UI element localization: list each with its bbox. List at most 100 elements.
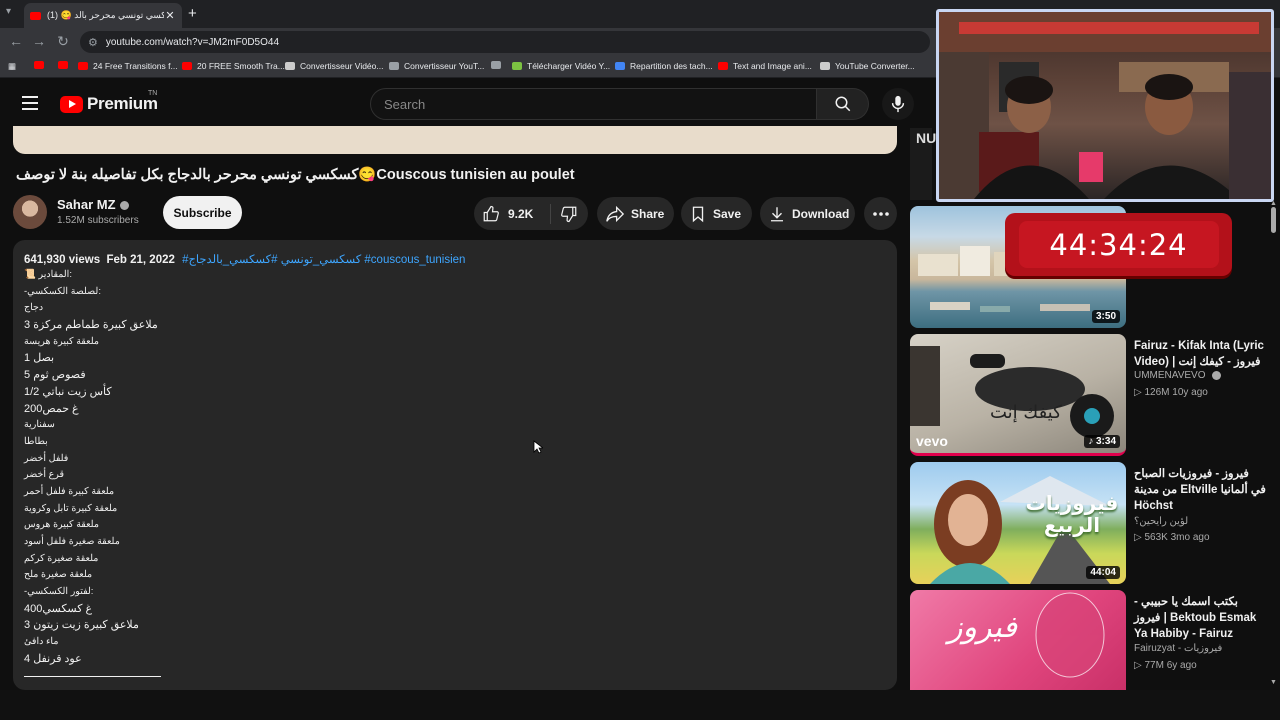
description-line: 4 عود قرنفل: [24, 652, 82, 665]
apps-icon[interactable]: ▦: [8, 61, 16, 72]
bookmark-favicon-icon: [615, 62, 625, 70]
channel-avatar[interactable]: [13, 195, 47, 229]
bookmark-item[interactable]: [491, 61, 506, 69]
sidebar-scrollbar-thumb[interactable]: [1271, 207, 1276, 233]
video-duration: 44:04: [1086, 566, 1120, 579]
mouse-cursor-icon: [533, 440, 543, 454]
bookmark-label: Télécharger Vidéo Y...: [527, 61, 611, 71]
search-input[interactable]: Search: [370, 88, 817, 120]
video-thumbnail[interactable]: فيروزيات الربيع 44:04: [910, 462, 1126, 584]
video-title: كسكسي تونسي محرحر بالدجاج بكل تفاصيله بن…: [16, 167, 575, 183]
subscriber-count: 1.52M subscribers: [57, 215, 139, 226]
youtube-play-icon: [60, 95, 83, 113]
url-text: youtube.com/watch?v=JM2mF0D5O44: [105, 36, 280, 48]
sidebar-partial-card[interactable]: NU: [910, 128, 936, 200]
recommended-video[interactable]: فيروزيات الربيع 44:04 فيروز - فيروزيات ا…: [910, 462, 1270, 584]
scroll-down-icon[interactable]: ▼: [1270, 679, 1277, 686]
back-icon[interactable]: ←: [8, 33, 24, 49]
bookmark-favicon-icon: [491, 61, 501, 69]
description-line: ماء دافئ: [24, 636, 59, 648]
description-line: 3 ملاعق كبيرة طماطم مركزة: [24, 319, 158, 332]
reload-icon[interactable]: ↻: [55, 33, 71, 50]
dislike-button[interactable]: [551, 205, 578, 223]
bookmark-label: Convertisseur YouT...: [404, 61, 485, 71]
youtube-premium-logo[interactable]: Premium TN: [60, 90, 158, 114]
bookmark-item[interactable]: Convertisseur Vidéo...: [285, 61, 383, 71]
bookmark-item[interactable]: [34, 61, 49, 69]
bookmark-item[interactable]: Télécharger Vidéo Y...: [512, 61, 610, 71]
description-line: دجاج: [24, 302, 44, 314]
timer-text: 44:34:24: [1018, 221, 1219, 268]
search-button[interactable]: [817, 88, 869, 120]
bookmark-icon: [692, 206, 704, 222]
bookmark-item[interactable]: 24 Free Transitions f...: [78, 61, 178, 71]
bookmark-item[interactable]: Convertisseur YouT...: [389, 61, 484, 71]
video-thumbnail[interactable]: كيفك إنت vevo ♪ 3:34: [910, 334, 1126, 456]
description-line: ملعقة صغيرة فلفل أسود: [24, 536, 120, 547]
video-title: بكتب اسمك يا حبيبي - فيروز | Bektoub Esm…: [1134, 596, 1257, 640]
bookmark-label: Text and Image ani...: [733, 61, 812, 71]
voice-search-button[interactable]: [882, 88, 914, 120]
description-divider: [24, 676, 161, 677]
video-duration: 3:50: [1091, 310, 1120, 323]
bookmark-item[interactable]: Repartition des tach...: [615, 61, 713, 71]
description-line: ملعقة كبيرة هريسة: [24, 335, 99, 347]
bookmark-favicon-icon: [820, 62, 830, 70]
tab-title: (1) 😋 كسكسي تونسي محرحر بالد: [47, 10, 164, 20]
bookmark-item[interactable]: 20 FREE Smooth Tra...: [182, 61, 285, 71]
verified-icon: [119, 201, 129, 211]
recommended-video[interactable]: كيفك إنت vevo ♪ 3:34 Fairuz - Kifak Inta…: [910, 334, 1270, 456]
description-line: ملعقة كبيرة تابل وكروية: [24, 502, 118, 514]
description-line: 200غ حمص: [24, 402, 79, 415]
forward-icon[interactable]: →: [31, 33, 47, 49]
video-thumbnail[interactable]: فيروز: [910, 590, 1126, 690]
save-button[interactable]: Save: [681, 197, 752, 230]
site-info-icon[interactable]: ⚙: [88, 36, 98, 49]
tab-search-icon[interactable]: ▾: [6, 6, 18, 18]
bookmark-item[interactable]: [58, 61, 73, 69]
description-line: 5 فصوص ثوم: [24, 369, 86, 382]
like-dislike-group: 9.2K: [474, 197, 588, 230]
country-code: TN: [148, 90, 158, 97]
thumbnail-text: فيروزيات الربيع: [1025, 491, 1119, 537]
description-line: 3 ملاعق كبيرة زيت زيتون: [24, 619, 139, 632]
bookmark-label: YouTube Converter...: [835, 61, 915, 71]
description-line: 📜 المقادير:: [24, 269, 72, 280]
channel-name: لؤين رايحين؟: [1134, 516, 1189, 527]
description-line: 1/2 كأس زيت نباتي: [24, 385, 112, 398]
address-bar[interactable]: ⚙ youtube.com/watch?v=JM2mF0D5O44: [80, 31, 930, 53]
like-button[interactable]: 9.2K: [474, 203, 551, 224]
description-line: سفنارية: [24, 419, 55, 431]
webcam-overlay: [936, 9, 1274, 202]
video-player[interactable]: [13, 126, 897, 154]
thumbnail-text: فيروز: [948, 610, 1017, 645]
hashtags[interactable]: #كسكسي_تونسي #كسكسي_بالدجاج #couscous_tu…: [182, 254, 465, 266]
bookmark-label: Repartition des tach...: [630, 61, 713, 71]
channel-name-link[interactable]: Sahar MZ: [57, 197, 129, 212]
description-text: 📜 المقادير: -لصلصة الكسكسي: دجاج 3 ملاعق كب…: [24, 267, 284, 668]
description-line: قرع أخضر: [24, 469, 65, 481]
download-label: Download: [792, 206, 850, 221]
menu-icon[interactable]: [22, 96, 38, 110]
search-icon: [835, 96, 850, 112]
tab-close-icon[interactable]: ✕: [164, 9, 176, 22]
subscribe-button[interactable]: Subscribe: [163, 196, 242, 229]
bookmark-label: Convertisseur Vidéo...: [300, 61, 384, 71]
bookmark-label: 24 Free Transitions f...: [93, 61, 178, 71]
video-stats: ▷ 77M 6y ago: [1134, 660, 1197, 671]
bookmark-favicon-icon: [512, 62, 522, 70]
description-line: ملعقة كبيرة هروس: [24, 519, 99, 531]
youtube-favicon-icon: [30, 11, 41, 20]
description-line: -لصلصة الكسكسي:: [24, 285, 101, 297]
more-actions-button[interactable]: [864, 197, 897, 230]
bookmark-item[interactable]: Text and Image ani...: [718, 61, 812, 71]
bookmark-favicon-icon: [389, 62, 399, 70]
download-button[interactable]: Download: [760, 197, 855, 230]
browser-tab-active[interactable]: (1) 😋 كسكسي تونسي محرحر بالد ✕: [24, 3, 182, 28]
share-button[interactable]: Share: [597, 197, 674, 230]
description-line: بطاطا: [24, 435, 48, 447]
video-stats: ▷ 126M 10y ago: [1134, 387, 1208, 398]
view-count: 641,930 views: [24, 254, 101, 266]
new-tab-button[interactable]: +: [188, 5, 197, 22]
bookmark-item[interactable]: YouTube Converter...: [820, 61, 915, 71]
